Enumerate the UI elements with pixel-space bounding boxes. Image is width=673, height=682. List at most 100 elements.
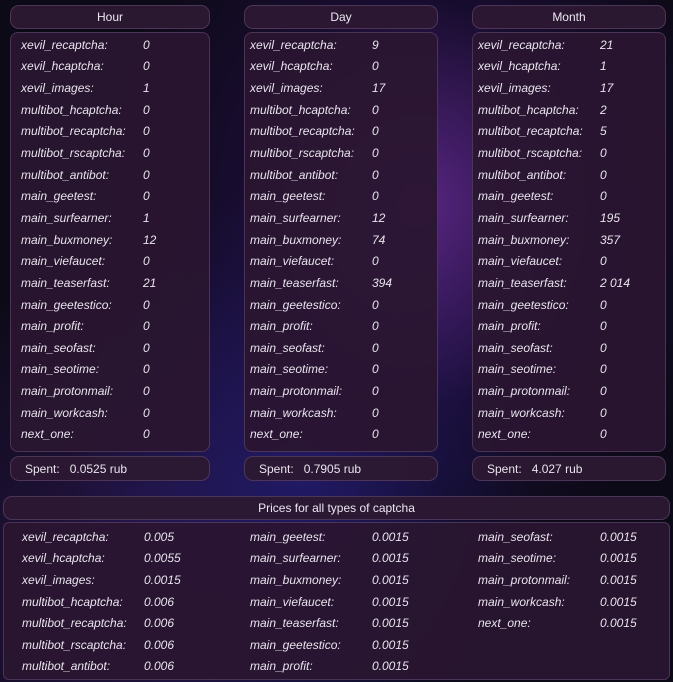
price-row: multibot_hcaptcha: 0.006	[22, 591, 181, 613]
stat-row: multibot_antibot: 0	[21, 164, 156, 186]
stat-row: xevil_recaptcha: 9	[250, 34, 392, 56]
stat-label: main_workcash:	[250, 405, 337, 420]
stat-value: 12	[372, 210, 386, 225]
stat-label: xevil_hcaptcha:	[250, 59, 333, 74]
price-row: main_geetestico: 0.0015	[250, 634, 409, 656]
stat-label: multibot_rscaptcha:	[21, 146, 126, 161]
stat-label: next_one:	[478, 427, 531, 442]
stat-row: main_teaserfast: 2 014	[478, 272, 630, 294]
stat-row: main_viefaucet: 0	[21, 250, 156, 272]
stat-row: main_viefaucet: 0	[250, 250, 392, 272]
stat-label: main_profit:	[21, 319, 84, 334]
stat-label: main_surfearner:	[21, 210, 112, 225]
stat-row: main_viefaucet: 0	[478, 250, 630, 272]
stat-row: xevil_recaptcha: 21	[478, 34, 630, 56]
day-stats-panel: xevil_recaptcha: 9 xevil_hcaptcha: 0 xevil_i…	[244, 32, 438, 452]
stat-row: main_seofast: 0	[478, 337, 630, 359]
price-label: main_geetest:	[250, 529, 326, 544]
stat-value: 0	[600, 340, 607, 355]
price-label: xevil_hcaptcha:	[22, 551, 105, 566]
stat-row: multibot_recaptcha: 0	[21, 121, 156, 143]
stat-row: xevil_hcaptcha: 0	[250, 56, 392, 78]
stat-value: 0	[143, 102, 150, 117]
stat-value: 0	[143, 319, 150, 334]
stat-value: 0	[143, 384, 150, 399]
stat-row: main_profit: 0	[21, 315, 156, 337]
stat-label: main_seofast:	[21, 340, 96, 355]
stat-label: multibot_antibot:	[250, 167, 339, 182]
stat-label: next_one:	[250, 427, 303, 442]
stat-row: main_buxmoney: 74	[250, 229, 392, 251]
hour-header: Hour	[10, 5, 210, 29]
prices-column-3: main_seofast: 0.0015 main_seotime: 0.0015 ma…	[478, 526, 637, 634]
stat-row: multibot_rscaptcha: 0	[478, 142, 630, 164]
price-row: main_geetest: 0.0015	[250, 526, 409, 548]
price-value: 0.006	[144, 616, 175, 631]
price-label: multibot_hcaptcha:	[22, 594, 123, 609]
price-row: main_seotime: 0.0015	[478, 548, 637, 570]
price-value: 0.0015	[372, 637, 409, 652]
stat-value: 0	[143, 254, 150, 269]
month-stats-panel: xevil_recaptcha: 21 xevil_hcaptcha: 1 xevil_…	[472, 32, 666, 452]
stat-row: main_profit: 0	[478, 315, 630, 337]
stat-value: 2	[600, 102, 607, 117]
stat-row: next_one: 0	[21, 424, 156, 446]
stat-value: 0	[600, 362, 607, 377]
stat-label: main_protonmail:	[21, 384, 114, 399]
hour-spent-value: 0.0525 rub	[69, 461, 128, 476]
price-row: xevil_recaptcha: 0.005	[22, 526, 181, 548]
stat-row: multibot_antibot: 0	[250, 164, 392, 186]
stat-row: next_one: 0	[478, 424, 630, 446]
stat-row: main_seotime: 0	[21, 359, 156, 381]
stat-row: main_geetest: 0	[478, 185, 630, 207]
stat-label: main_viefaucet:	[21, 254, 106, 269]
stat-value: 0	[372, 427, 379, 442]
price-label: next_one:	[478, 616, 531, 631]
stat-row: main_workcash: 0	[478, 402, 630, 424]
stat-label: main_geetest:	[250, 189, 326, 204]
month-stats-list: xevil_recaptcha: 21 xevil_hcaptcha: 1 xevil_…	[478, 34, 630, 445]
stat-value: 0	[600, 146, 607, 161]
price-value: 0.0015	[600, 572, 637, 587]
stat-value: 12	[143, 232, 157, 247]
stat-label: main_teaserfast:	[478, 275, 567, 290]
stat-row: multibot_recaptcha: 0	[250, 121, 392, 143]
stat-value: 0	[600, 189, 607, 204]
prices-panel: xevil_recaptcha: 0.005 xevil_hcaptcha: 0.00…	[3, 522, 670, 680]
stat-row: xevil_hcaptcha: 1	[478, 56, 630, 78]
price-value: 0.005	[144, 529, 175, 544]
price-value: 0.0015	[144, 572, 181, 587]
stat-label: main_seotime:	[250, 362, 329, 377]
stat-row: multibot_hcaptcha: 2	[478, 99, 630, 121]
stat-label: xevil_images:	[478, 81, 551, 96]
stat-label: multibot_antibot:	[478, 167, 567, 182]
stat-row: main_geetestico: 0	[21, 294, 156, 316]
price-value: 0.0015	[600, 551, 637, 566]
stat-row: main_seotime: 0	[250, 359, 392, 381]
price-label: main_geetestico:	[250, 637, 341, 652]
stat-value: 1	[143, 210, 150, 225]
stat-row: xevil_images: 17	[250, 77, 392, 99]
stat-row: main_profit: 0	[250, 315, 392, 337]
price-row: main_viefaucet: 0.0015	[250, 591, 409, 613]
price-value: 0.0055	[144, 551, 181, 566]
price-row: main_seofast: 0.0015	[478, 526, 637, 548]
stat-value: 0	[372, 297, 379, 312]
stat-value: 1	[143, 81, 150, 96]
price-value: 0.006	[144, 659, 175, 674]
stat-label: main_geetestico:	[250, 297, 341, 312]
stat-label: next_one:	[21, 427, 74, 442]
price-row: xevil_hcaptcha: 0.0055	[22, 548, 181, 570]
stat-value: 21	[600, 37, 614, 52]
stat-row: main_surfearner: 195	[478, 207, 630, 229]
stat-row: main_workcash: 0	[250, 402, 392, 424]
price-row: main_buxmoney: 0.0015	[250, 569, 409, 591]
stat-label: multibot_rscaptcha:	[250, 146, 355, 161]
stat-value: 2 014	[600, 275, 631, 290]
price-value: 0.0015	[372, 551, 409, 566]
stat-label: main_buxmoney:	[478, 232, 570, 247]
stat-value: 0	[372, 146, 379, 161]
price-row: multibot_rscaptcha: 0.006	[22, 634, 181, 656]
stat-label: main_geetestico:	[478, 297, 569, 312]
stat-label: xevil_images:	[21, 81, 94, 96]
